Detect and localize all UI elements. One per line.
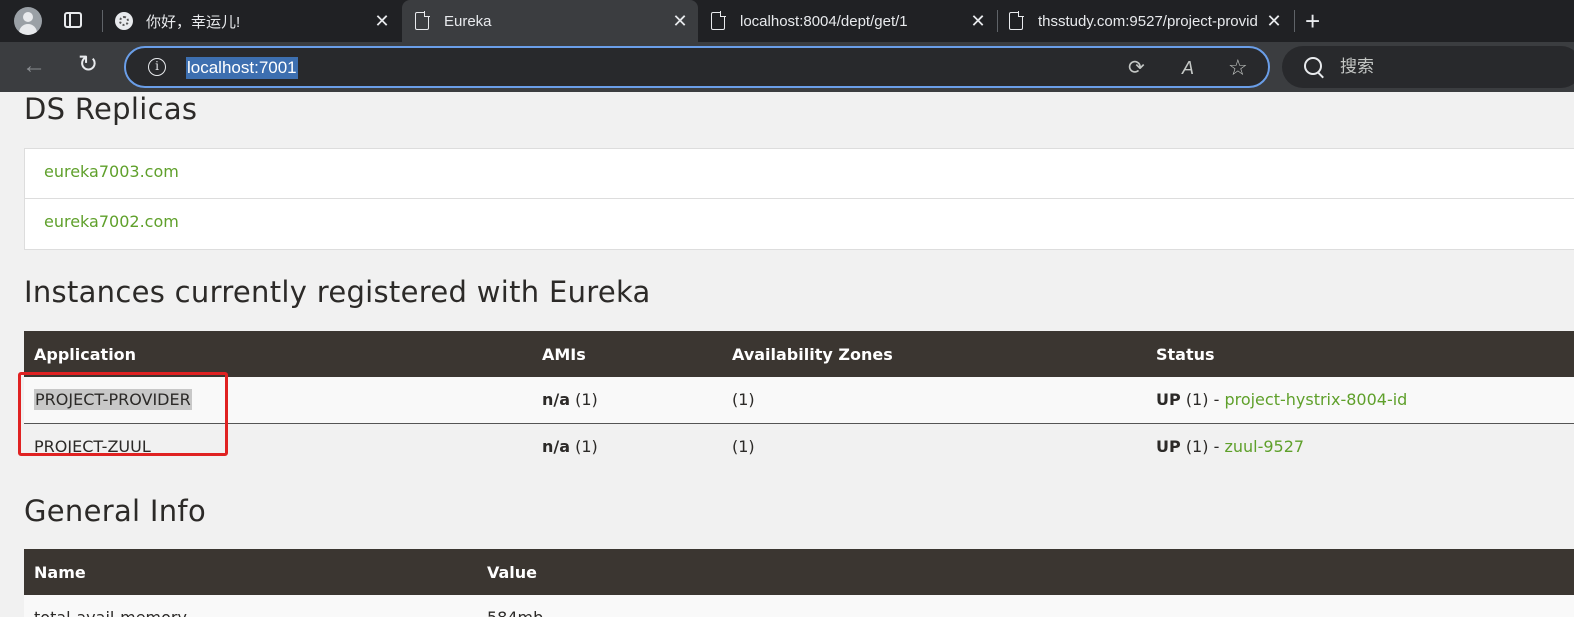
col-application: Application [24,331,532,377]
col-status: Status [1146,331,1574,377]
table-row: total-avail-memory 584mb [24,595,1574,617]
close-tab-icon[interactable]: ✕ [1266,11,1282,32]
replica-link[interactable]: eureka7002.com [44,212,179,231]
replica-item[interactable]: eureka7003.com [25,149,1574,199]
close-tab-icon[interactable]: ✕ [374,11,390,32]
tab-separator [1294,10,1295,32]
address-bar[interactable]: i localhost:7001 ⟳ A ☆ [124,46,1270,88]
tab-title: Eureka [444,12,492,30]
back-arrow-icon[interactable]: ← [22,54,46,78]
zones-cell: (1) [722,377,1146,424]
search-icon [1304,57,1322,75]
edge-icon[interactable]: ⟳ [1128,57,1145,79]
table-row: PROJECT-ZUUL n/a (1) (1) UP (1) - zuul-9… [24,423,1574,469]
status-count: (1) - [1185,436,1220,456]
close-tab-icon[interactable]: ✕ [672,11,688,32]
site-info-icon[interactable]: i [148,58,166,76]
tab-separator [102,10,103,32]
read-aloud-icon[interactable]: A [1182,57,1194,79]
replica-link[interactable]: eureka7003.com [44,162,179,181]
instances-table: Application AMIs Availability Zones Stat… [24,331,1574,469]
replica-item[interactable]: eureka7002.com [25,199,1574,249]
general-info-title: General Info [24,494,206,528]
status-cell: UP (1) - zuul-9527 [1146,423,1574,469]
eureka-page: DS Replicas eureka7003.com eureka7002.co… [0,92,1574,617]
col-name: Name [24,549,477,595]
amis-value: n/a [542,390,571,410]
table-row: PROJECT-PROVIDER n/a (1) (1) UP (1) - pr… [24,377,1574,424]
amis-cell: n/a (1) [532,377,722,424]
tab-welcome[interactable]: 你好，幸运儿! ✕ [110,0,400,42]
tab-title: thsstudy.com:9527/project-provid [1038,12,1258,30]
amis-count: (1) [575,390,598,410]
profile-avatar-icon[interactable] [14,7,42,35]
tab-strip: 你好，幸运儿! ✕ Eureka ✕ localhost:8004/dept/g… [0,0,1574,42]
tab-project-provider[interactable]: thsstudy.com:9527/project-provid ✕ [998,0,1292,42]
amis-cell: n/a (1) [532,423,722,469]
col-availability-zones: Availability Zones [722,331,1146,377]
instance-link[interactable]: zuul-9527 [1224,437,1304,456]
status-value: UP [1156,436,1181,456]
table-header-row: Name Value [24,549,1574,595]
amis-count: (1) [575,436,598,456]
document-icon [412,11,432,31]
status-count: (1) - [1185,390,1220,410]
status-value: UP [1156,390,1181,410]
reload-icon[interactable]: ↻ [78,52,98,78]
search-placeholder[interactable]: 搜索 [1340,56,1374,78]
info-name-cell: total-avail-memory [24,595,477,617]
status-cell: UP (1) - project-hystrix-8004-id [1146,377,1574,424]
browser-toolbar: ← ↻ i localhost:7001 ⟳ A ☆ 搜索 [0,42,1574,92]
new-tab-icon[interactable]: + [1305,8,1320,34]
general-info-table: Name Value total-avail-memory 584mb [24,549,1574,617]
document-icon [1006,11,1026,31]
col-amis: AMIs [532,331,722,377]
instance-link[interactable]: project-hystrix-8004-id [1224,390,1407,409]
zones-cell: (1) [722,423,1146,469]
table-header-row: Application AMIs Availability Zones Stat… [24,331,1574,377]
document-icon [708,11,728,31]
site-logo-icon [114,11,134,31]
col-value: Value [477,549,1574,595]
close-tab-icon[interactable]: ✕ [970,11,986,32]
favorite-star-icon[interactable]: ☆ [1228,57,1248,79]
tab-title: 你好，幸运儿! [146,13,241,31]
tab-eureka[interactable]: Eureka ✕ [402,0,698,42]
tab-title: localhost:8004/dept/get/1 [740,12,908,30]
info-value-cell: 584mb [477,595,1574,617]
tab-dept-get[interactable]: localhost:8004/dept/get/1 ✕ [700,0,996,42]
search-box[interactable]: 搜索 [1282,46,1574,88]
instances-title: Instances currently registered with Eure… [24,275,651,309]
amis-value: n/a [542,436,571,456]
tab-actions-icon[interactable] [64,12,82,28]
address-url[interactable]: localhost:7001 [186,57,298,79]
replicas-title: DS Replicas [24,92,198,126]
annotation-highlight-box [18,372,228,456]
replicas-list: eureka7003.com eureka7002.com [24,148,1574,250]
